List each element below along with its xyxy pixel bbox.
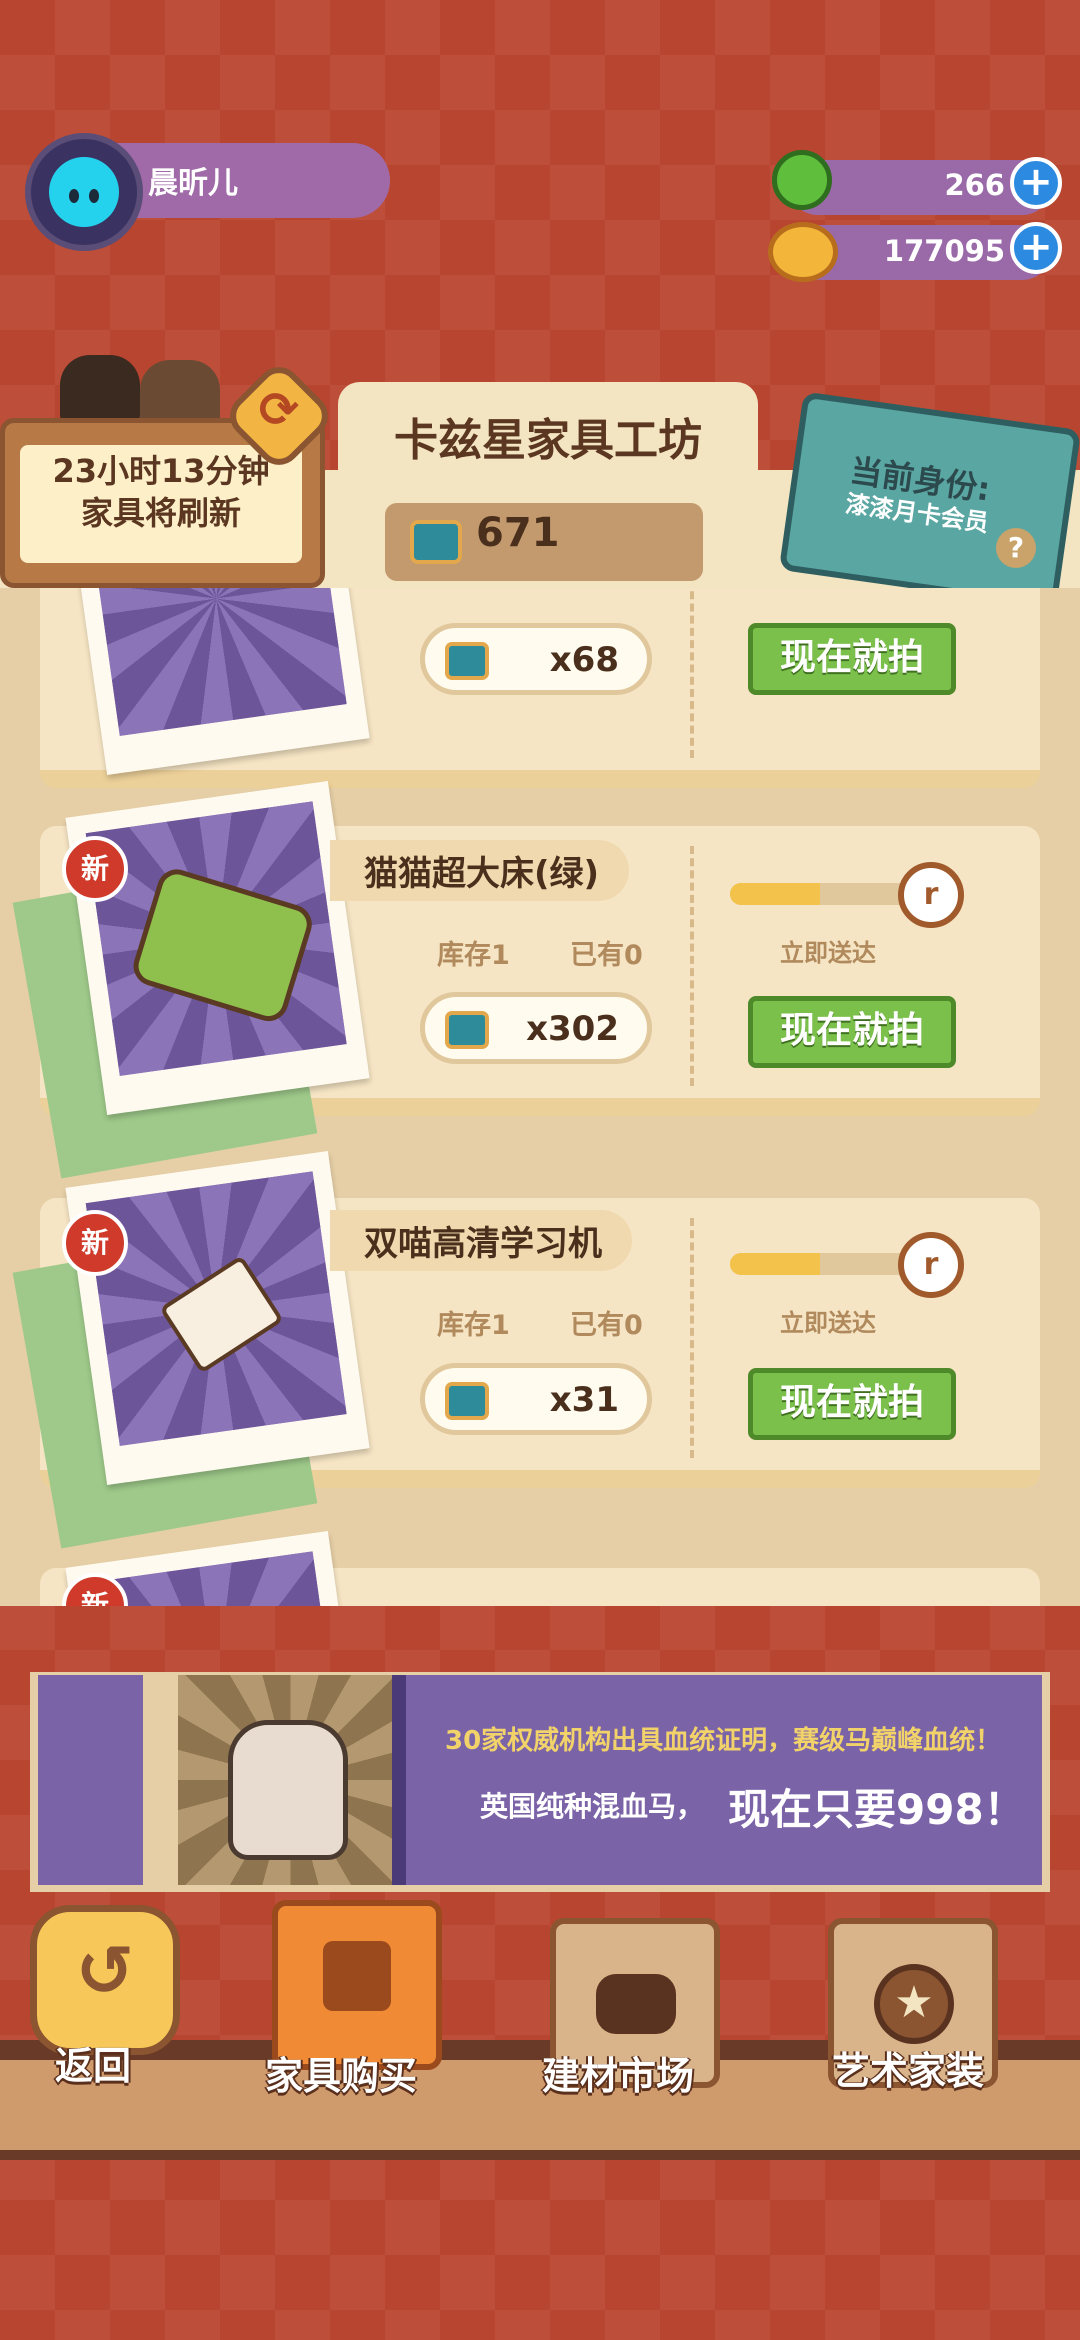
nav-art-label[interactable]: 艺术家装 — [832, 2040, 984, 2095]
buy-now-button[interactable]: 现在就拍 — [748, 623, 956, 695]
avatar-eye-right — [89, 189, 99, 203]
coin-icon — [768, 222, 838, 282]
ticket-icon — [445, 1382, 489, 1420]
buy-now-button[interactable]: 现在就拍 — [748, 996, 956, 1068]
refresh-timer-line2: 家具将刷新 — [80, 494, 241, 532]
card-perforation — [690, 1218, 694, 1458]
star-badge-icon: ★ — [874, 1964, 954, 2044]
refresh-timer-text: 23小时13分钟 家具将刷新 — [20, 450, 302, 534]
buy-now-button[interactable]: 现在就拍 — [748, 1368, 956, 1440]
stock-count: 库存1 — [437, 940, 510, 971]
ticket-icon — [410, 520, 462, 564]
delivery-progress-fill — [730, 883, 820, 905]
item-price: x31 — [549, 1380, 619, 1420]
new-badge: 新 — [62, 1210, 128, 1276]
username: 晨昕儿 — [148, 166, 238, 201]
ticket-balance: 671 — [476, 510, 560, 556]
avatar[interactable] — [25, 133, 143, 251]
learning-machine-illustration — [159, 1255, 284, 1374]
stock-count: 库存1 — [437, 1310, 510, 1341]
banner-price: 现在只要998！ — [728, 1785, 1026, 1834]
nav-furniture-label[interactable]: 家具购买 — [265, 2045, 417, 2100]
item-photo — [65, 781, 370, 1115]
deliver-label: 立即送达 — [780, 1309, 876, 1337]
delivery-progress-fill — [730, 1253, 820, 1275]
item-name: 双喵高清学习机 — [330, 1210, 632, 1271]
gem-icon — [772, 150, 832, 210]
item-price: x302 — [526, 1009, 619, 1049]
furniture-list[interactable]: x68 现在就拍 新 猫猫超大床(绿) 库存1 已有0 x302 r 立即送达 … — [0, 588, 1080, 1606]
gem-balance: 266 — [944, 168, 1005, 202]
add-gems-button[interactable]: + — [1010, 157, 1062, 209]
help-button[interactable]: ? — [996, 528, 1036, 568]
item-photo — [65, 1151, 370, 1485]
item-name: 猫猫超大床(绿) — [330, 840, 630, 901]
shop-title: 卡兹星家具工坊 — [394, 415, 702, 466]
cat-silhouette-icon — [60, 355, 140, 425]
ticket-icon — [445, 1011, 489, 1049]
banner-line2: 英国纯种混血马， — [480, 1790, 705, 1823]
paint-brush-icon — [596, 1974, 676, 2034]
horse-illustration — [178, 1675, 403, 1885]
clock-icon: r — [898, 862, 964, 928]
refresh-timer-line1: 23小时13分钟 — [52, 452, 270, 490]
refresh-icon: ⟳ — [258, 382, 300, 438]
card-perforation — [690, 846, 694, 1086]
price-pill: x31 — [420, 1363, 652, 1435]
ticket-icon — [445, 642, 489, 680]
coin-balance: 177095 — [883, 234, 1005, 268]
cat-avatar-icon — [49, 157, 119, 227]
horse-icon — [228, 1720, 348, 1860]
price-pill: x68 — [420, 623, 652, 695]
owned-count: 已有0 — [570, 940, 643, 971]
banner-line1: 30家权威机构出具血统证明，赛级马巅峰血统！ — [445, 1726, 1002, 1756]
new-badge: 新 — [62, 836, 128, 902]
back-arrow-icon: ↺ — [75, 1930, 135, 2012]
owned-count: 已有0 — [570, 1310, 643, 1341]
banner-left-panel — [38, 1675, 143, 1885]
nav-materials-label[interactable]: 建材市场 — [542, 2045, 694, 2100]
clock-icon: r — [898, 1232, 964, 1298]
bed-illustration — [128, 864, 317, 1027]
back-label[interactable]: 返回 — [55, 2035, 131, 2090]
price-pill: x302 — [420, 992, 652, 1064]
card-perforation — [690, 588, 694, 758]
add-coins-button[interactable]: + — [1010, 222, 1062, 274]
deliver-label: 立即送达 — [780, 939, 876, 967]
gift-heart-icon — [323, 1941, 391, 2011]
avatar-eye-left — [69, 189, 79, 203]
item-price: x68 — [549, 640, 619, 680]
